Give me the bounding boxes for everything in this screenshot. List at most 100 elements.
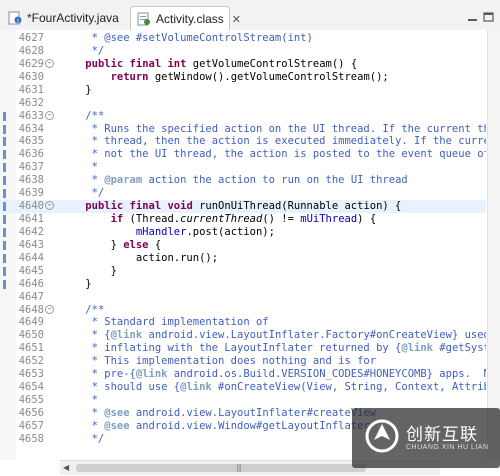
- code-line[interactable]: 4646 }: [0, 278, 486, 291]
- code-text: * Runs the specified action on the UI th…: [91, 122, 486, 135]
- code-line[interactable]: 4629- public final int getVolumeControlS…: [0, 58, 486, 71]
- maximize-icon[interactable]: [482, 8, 496, 22]
- code-line[interactable]: 4631 }: [0, 84, 486, 97]
- code-text: if (Thread.currentThread() != mUiThread)…: [110, 213, 377, 226]
- line-number: 4630: [18, 70, 44, 83]
- line-number: 4628: [18, 44, 44, 57]
- line-number: 4652: [18, 355, 44, 368]
- code-line[interactable]: 4630 return getWindow().getVolumeControl…: [0, 71, 486, 84]
- code-line[interactable]: 4650 * {@link android.view.LayoutInflate…: [0, 329, 486, 342]
- code-line[interactable]: 4638 * @param action the action to run o…: [0, 174, 486, 187]
- line-number: 4653: [18, 368, 44, 381]
- line-number: 4657: [18, 419, 44, 432]
- editor-tab-bar: J *FourActivity.java Activity.class ✕: [0, 0, 500, 31]
- line-number: 4627: [18, 32, 44, 44]
- code-line[interactable]: 4644 action.run();: [0, 252, 486, 265]
- brand-name-en: CHUANG XIN HU LIAN: [406, 444, 489, 451]
- code-text: public final void runOnUiThread(Runnable…: [85, 200, 402, 213]
- change-marker: [3, 227, 6, 237]
- code-line[interactable]: 4652 * This implementation does nothing …: [0, 355, 486, 368]
- line-number: 4634: [18, 122, 44, 135]
- line-number: 4648: [18, 303, 44, 316]
- line-number: 4645: [18, 264, 44, 277]
- code-line[interactable]: 4643 } else {: [0, 239, 486, 252]
- code-line[interactable]: 4634 * Runs the specified action on the …: [0, 123, 486, 136]
- line-number: 4629: [18, 57, 44, 70]
- fold-toggle-icon[interactable]: -: [45, 304, 54, 314]
- line-number: 4639: [18, 187, 44, 200]
- line-number: 4651: [18, 342, 44, 355]
- code-line[interactable]: 4640- public final void runOnUiThread(Ru…: [0, 200, 486, 214]
- tab-four-activity-java[interactable]: J *FourActivity.java: [2, 6, 128, 30]
- code-text: }: [60, 264, 117, 277]
- code-text: action.run();: [60, 251, 219, 264]
- java-file-icon: J: [8, 11, 22, 25]
- code-text: * should use {@link #onCreateView(View, …: [91, 381, 486, 394]
- code-text: /**: [85, 303, 105, 316]
- code-line[interactable]: 4655 *: [0, 394, 486, 407]
- fold-toggle-icon[interactable]: -: [45, 58, 54, 68]
- line-number: 4654: [18, 381, 44, 394]
- tab-label: *FourActivity.java: [27, 11, 119, 25]
- change-marker: [3, 279, 6, 289]
- close-icon[interactable]: ✕: [232, 13, 241, 26]
- code-line[interactable]: 4647: [0, 291, 486, 304]
- line-number: 4655: [18, 394, 44, 407]
- line-number: 4647: [18, 290, 44, 303]
- code-text: * This implementation does nothing and i…: [91, 355, 377, 368]
- line-number: 4658: [18, 432, 44, 445]
- overview-ruler[interactable]: [487, 30, 500, 460]
- code-line[interactable]: 4654 * should use {@link #onCreateView(V…: [0, 381, 486, 394]
- line-number: 4646: [18, 277, 44, 290]
- code-line[interactable]: 4635 * thread, then the action is execut…: [0, 135, 486, 148]
- scroll-left-icon[interactable]: ◀: [63, 463, 69, 472]
- code-line[interactable]: 4641 if (Thread.currentThread() != mUiTh…: [0, 213, 486, 226]
- code-line[interactable]: 4648- /**: [0, 304, 486, 317]
- svg-text:J: J: [16, 18, 18, 24]
- code-line[interactable]: 4633- /**: [0, 110, 486, 123]
- code-line[interactable]: 4627 * @see #setVolumeControlStream(int): [0, 32, 486, 45]
- minimize-icon[interactable]: [466, 8, 480, 21]
- change-marker: [3, 150, 6, 160]
- scrollbar-thumb[interactable]: [76, 464, 366, 472]
- line-number: 4635: [18, 135, 44, 148]
- line-number: 4644: [18, 251, 44, 264]
- line-number: 4642: [18, 225, 44, 238]
- line-number: 4650: [18, 329, 44, 342]
- code-line[interactable]: 4637 *: [0, 161, 486, 174]
- code-text: mHandler.post(action);: [135, 225, 275, 238]
- change-marker: [3, 163, 6, 173]
- line-number: 4640: [18, 200, 44, 213]
- window-controls: [466, 8, 496, 22]
- code-line[interactable]: 4645 }: [0, 265, 486, 278]
- code-line[interactable]: 4653 * pre-{@link android.os.Build.VERSI…: [0, 368, 486, 381]
- code-line[interactable]: 4651 * inflating with the LayoutInflater…: [0, 342, 486, 355]
- scrollbar-grip-icon: |||: [236, 463, 242, 472]
- change-marker: [3, 111, 6, 121]
- change-marker: [3, 253, 6, 263]
- code-text: */: [91, 187, 105, 200]
- code-text: * Standard implementation of: [91, 316, 269, 329]
- brand-logo-icon: [365, 419, 399, 453]
- line-number: 4632: [18, 96, 44, 109]
- line-number: 4638: [18, 174, 44, 187]
- change-marker: [3, 189, 6, 199]
- change-marker: [3, 266, 6, 276]
- code-line[interactable]: 4649 * Standard implementation of: [0, 316, 486, 329]
- line-number: 4633: [18, 109, 44, 122]
- brand-name-cn: 创新互联: [406, 425, 478, 445]
- line-number: 4649: [18, 316, 44, 329]
- tab-activity-class[interactable]: Activity.class ✕: [130, 6, 241, 31]
- code-line[interactable]: 4642 mHandler.post(action);: [0, 226, 486, 239]
- code-text: * not the UI thread, the action is poste…: [91, 148, 486, 161]
- code-line[interactable]: 4639 */: [0, 187, 486, 200]
- line-number: 4656: [18, 406, 44, 419]
- fold-toggle-icon[interactable]: -: [45, 110, 54, 120]
- line-number: 4637: [18, 161, 44, 174]
- change-marker: [3, 215, 6, 225]
- code-text: *: [91, 394, 98, 407]
- code-line[interactable]: 4628 */: [0, 45, 486, 58]
- code-line[interactable]: 4636 * not the UI thread, the action is …: [0, 148, 486, 161]
- code-line[interactable]: 4632: [0, 97, 486, 110]
- fold-toggle-icon[interactable]: -: [45, 201, 54, 211]
